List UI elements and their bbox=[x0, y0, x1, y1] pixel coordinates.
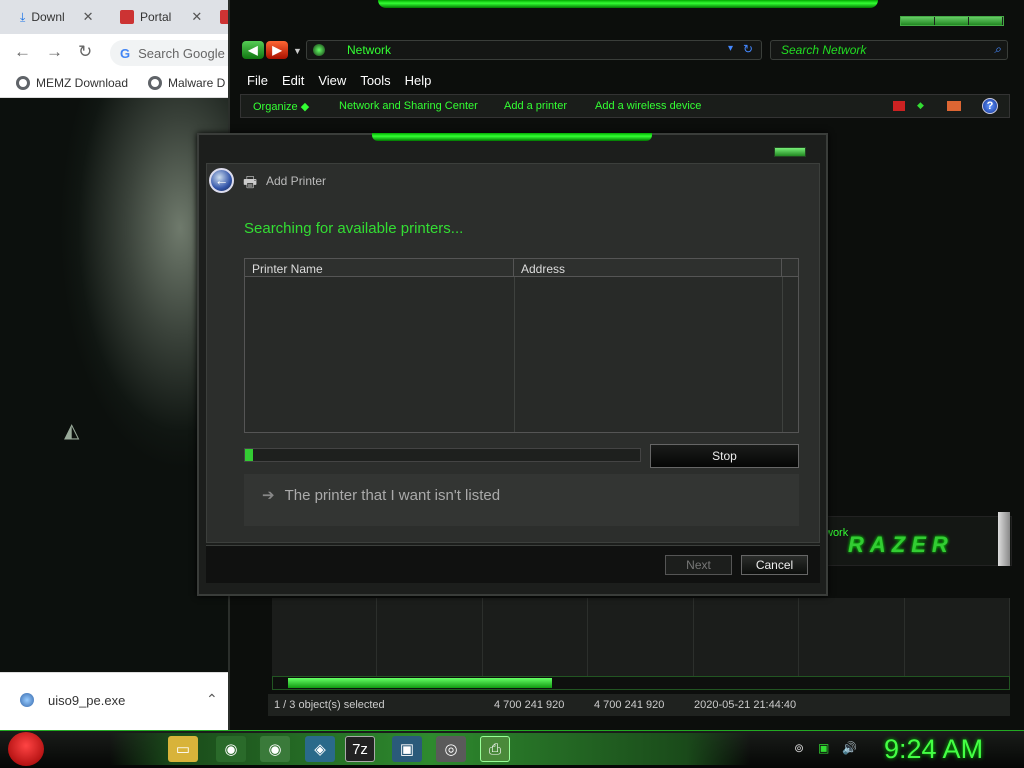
arrow-right-icon: ➔ bbox=[262, 487, 275, 504]
close-icon[interactable]: ✕ bbox=[83, 9, 94, 25]
status-size-total: 4 700 241 920 bbox=[594, 699, 665, 711]
globe-icon bbox=[16, 76, 30, 90]
column-divider bbox=[782, 277, 783, 432]
back-button[interactable]: ◀ bbox=[242, 41, 264, 59]
printer-icon[interactable]: ⎙ bbox=[480, 736, 510, 762]
cursor-icon: ◭ bbox=[64, 420, 80, 442]
bookmarks-bar: MEMZ Download Malware D bbox=[0, 70, 232, 98]
bookmark-memz[interactable]: MEMZ Download bbox=[16, 76, 128, 90]
status-size: 4 700 241 920 bbox=[494, 699, 565, 711]
menu-tools[interactable]: Tools bbox=[353, 70, 397, 90]
download-filename[interactable]: uiso9_pe.exe bbox=[48, 693, 125, 708]
dialog-title: Add Printer bbox=[266, 174, 327, 188]
status-bar: 1 / 3 object(s) selected 4 700 241 920 4… bbox=[268, 694, 1010, 716]
details-pane bbox=[272, 598, 1010, 678]
next-button[interactable]: Next bbox=[665, 555, 732, 575]
browser-tabstrip: ⤓ Downl ✕ Portal ✕ bbox=[0, 0, 232, 34]
forward-button[interactable]: ▶ bbox=[266, 41, 288, 59]
globe-icon bbox=[148, 76, 162, 90]
chrome-icon[interactable]: ◉ bbox=[216, 736, 246, 762]
bookmark-malware[interactable]: Malware D bbox=[148, 76, 225, 90]
explorer-search-field[interactable]: Search Network ⌕ bbox=[770, 40, 1008, 60]
preview-pane-icon[interactable] bbox=[947, 101, 961, 111]
printer-list[interactable]: Printer Name Address bbox=[244, 258, 799, 433]
browser-tab-downloads[interactable]: ⤓ Downl ✕ bbox=[12, 4, 107, 30]
razer-logo: RAZER bbox=[848, 532, 954, 557]
window-controls[interactable] bbox=[900, 16, 1004, 26]
file-icon bbox=[20, 693, 34, 707]
refresh-icon[interactable]: ↻ bbox=[743, 42, 753, 56]
network-sharing-center-button[interactable]: Network and Sharing Center bbox=[339, 100, 478, 112]
add-printer-button[interactable]: Add a printer bbox=[504, 100, 567, 112]
menu-view[interactable]: View bbox=[311, 70, 353, 90]
address-text: Network bbox=[347, 43, 392, 57]
google-icon: G bbox=[120, 45, 131, 61]
menu-file[interactable]: File bbox=[240, 70, 275, 90]
chevron-down-icon[interactable]: ▾ bbox=[728, 43, 733, 54]
omnibox[interactable]: G Search Google bbox=[110, 40, 232, 66]
portal-favicon bbox=[120, 10, 134, 24]
back-arrow-icon[interactable]: ← bbox=[14, 42, 31, 62]
link-label: The printer that I want isn't listed bbox=[284, 486, 501, 504]
tab-label: Downl bbox=[31, 10, 65, 24]
network-icon[interactable]: ◈ bbox=[305, 736, 335, 762]
browser-tab-portal[interactable]: Portal ✕ bbox=[112, 4, 208, 30]
side-scrollbar[interactable] bbox=[998, 512, 1010, 566]
chevron-down-icon[interactable]: ▼ bbox=[293, 46, 302, 56]
printer-not-listed-link[interactable]: ➔ The printer that I want isn't listed bbox=[262, 486, 501, 505]
sidebar-label: work bbox=[825, 527, 849, 539]
status-selection: 1 / 3 object(s) selected bbox=[274, 699, 385, 711]
column-address[interactable]: Address bbox=[514, 259, 782, 277]
chevron-up-icon[interactable]: ⌃ bbox=[206, 691, 218, 708]
disc-icon[interactable]: ◎ bbox=[436, 736, 466, 762]
forward-arrow-icon[interactable]: → bbox=[46, 42, 63, 62]
column-printer-name[interactable]: Printer Name bbox=[245, 259, 514, 277]
7zip-icon[interactable]: 7z bbox=[345, 736, 375, 762]
column-divider bbox=[514, 277, 515, 432]
search-icon[interactable]: ⌕ bbox=[994, 42, 1001, 57]
dialog-heading: Searching for available printers... bbox=[244, 220, 464, 237]
tray-chevron-icon[interactable]: ⊚ bbox=[794, 741, 804, 755]
window-glow bbox=[378, 0, 878, 8]
scrollbar-thumb[interactable] bbox=[288, 678, 552, 688]
view-options-icon[interactable]: ◆ bbox=[917, 100, 924, 111]
start-button[interactable] bbox=[8, 732, 44, 766]
stop-button[interactable]: Stop bbox=[650, 444, 799, 468]
cancel-button[interactable]: Cancel bbox=[741, 555, 808, 575]
address-bar[interactable]: Network ▾ ↻ bbox=[306, 40, 762, 60]
network-icon bbox=[313, 44, 325, 56]
column-spare bbox=[782, 259, 798, 277]
clock[interactable]: 9:24 AM bbox=[884, 734, 983, 765]
bookmark-label: Malware D bbox=[168, 76, 226, 90]
printer-icon: 🖶 bbox=[243, 174, 258, 191]
status-date: 2020-05-21 21:44:40 bbox=[694, 699, 797, 711]
tray-network-icon[interactable]: ▣ bbox=[818, 741, 829, 755]
download-icon: ⤓ bbox=[20, 9, 26, 24]
add-wireless-device-button[interactable]: Add a wireless device bbox=[595, 100, 701, 112]
tab-label: Portal bbox=[140, 10, 172, 24]
search-progress-bar bbox=[244, 448, 641, 462]
close-icon[interactable]: ✕ bbox=[191, 9, 202, 25]
search-placeholder: Search Network bbox=[781, 43, 867, 57]
explorer-icon[interactable]: ▭ bbox=[168, 736, 198, 762]
bookmark-label: MEMZ Download bbox=[36, 76, 129, 90]
dialog-close-button[interactable] bbox=[774, 147, 806, 157]
menu-edit[interactable]: Edit bbox=[275, 70, 311, 90]
window-icon[interactable]: ▣ bbox=[392, 736, 422, 762]
chrome-alt-icon[interactable]: ◉ bbox=[260, 736, 290, 762]
view-icon[interactable] bbox=[893, 101, 905, 111]
download-bar: uiso9_pe.exe ⌃ bbox=[0, 672, 262, 728]
menu-bar: File Edit View Tools Help bbox=[240, 70, 1010, 90]
help-icon[interactable]: ? bbox=[982, 98, 998, 114]
volume-icon[interactable]: 🔊 bbox=[842, 741, 857, 755]
reload-icon[interactable]: ↻ bbox=[78, 42, 92, 62]
dialog-glow bbox=[372, 133, 652, 141]
command-bar: Organize ◆ Network and Sharing Center Ad… bbox=[240, 94, 1010, 118]
search-input[interactable]: Search Google bbox=[138, 46, 225, 61]
taskbar-glow bbox=[110, 733, 750, 765]
menu-help[interactable]: Help bbox=[398, 70, 439, 90]
progress-fill bbox=[245, 449, 253, 461]
organize-button[interactable]: Organize ◆ bbox=[253, 100, 309, 113]
back-arrow-icon[interactable]: ← bbox=[209, 168, 234, 193]
